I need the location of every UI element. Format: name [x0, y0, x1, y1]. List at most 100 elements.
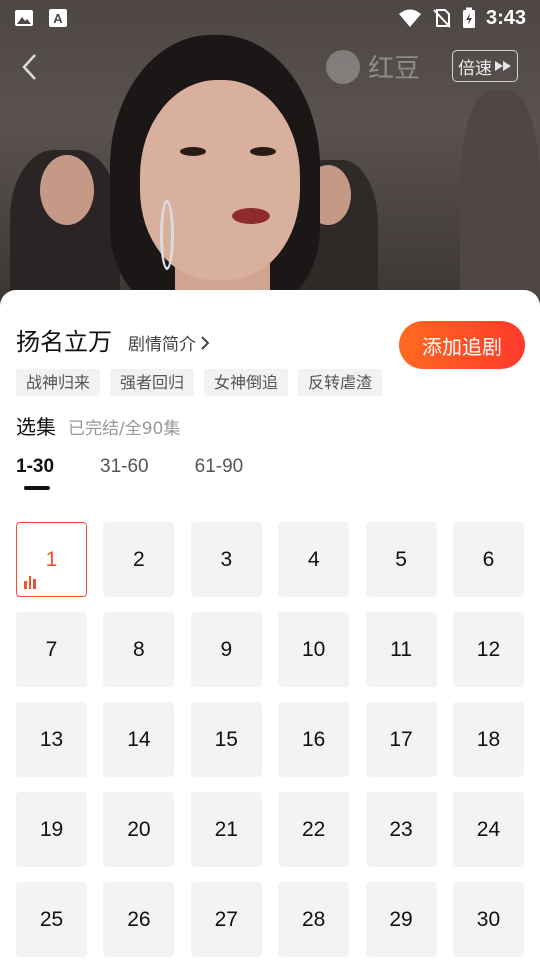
no-sim-icon [433, 9, 451, 28]
episode-tile[interactable]: 6 [452, 522, 524, 597]
video-player[interactable]: A 3:43 红豆 倍速 [0, 0, 540, 310]
episode-number: 4 [307, 547, 320, 571]
genre-tag[interactable]: 反转虐渣 [298, 369, 383, 396]
episode-tile[interactable]: 14 [103, 702, 175, 777]
watermark-text: 红豆 [368, 54, 421, 84]
speed-label: 倍速 [458, 58, 492, 79]
episode-tile[interactable]: 28 [278, 882, 350, 957]
active-tab-indicator [24, 486, 50, 490]
episode-number: 12 [476, 637, 501, 661]
background-head [40, 155, 94, 225]
episode-number: 11 [390, 637, 412, 661]
episode-tile[interactable]: 16 [278, 702, 350, 777]
episode-number: 26 [127, 907, 151, 931]
episode-number: 13 [39, 727, 64, 751]
episode-tile[interactable]: 8 [103, 612, 175, 687]
episode-number: 3 [220, 547, 233, 571]
episode-tile[interactable]: 13 [16, 702, 87, 777]
chevron-left-icon [22, 54, 36, 80]
episode-tile[interactable]: 17 [365, 702, 437, 777]
actress-eye [250, 147, 276, 156]
playback-speed-button[interactable]: 倍速 [452, 50, 518, 82]
episode-number: 29 [389, 907, 413, 931]
episode-range-tabs: 1-30 31-60 61-90 [16, 456, 243, 478]
now-playing-icon [24, 576, 36, 589]
status-time: 3:43 [485, 6, 526, 29]
drama-title: 扬名立万 [16, 328, 112, 356]
episode-tile[interactable]: 9 [190, 612, 262, 687]
episode-number: 19 [39, 817, 64, 841]
episode-tile[interactable]: 3 [190, 522, 262, 597]
image-icon [15, 10, 33, 26]
episode-number: 24 [476, 817, 501, 841]
episode-number: 28 [301, 907, 326, 931]
episode-number: 7 [45, 637, 58, 661]
episode-tile[interactable]: 10 [278, 612, 350, 687]
episode-number: 10 [301, 637, 326, 661]
wifi-icon [398, 9, 421, 27]
episode-tile[interactable]: 2 [103, 522, 175, 597]
episode-number: 25 [39, 907, 64, 931]
episode-tile[interactable]: 7 [16, 612, 87, 687]
episode-number: 27 [214, 907, 238, 931]
episode-number: 23 [389, 817, 413, 841]
episode-tile[interactable]: 29 [365, 882, 437, 957]
synopsis-link[interactable]: 剧情简介 [128, 330, 210, 355]
episode-tile[interactable]: 30 [452, 882, 524, 957]
episode-number: 1 [45, 547, 58, 571]
episode-tile[interactable]: 11 [365, 612, 437, 687]
episode-number: 5 [395, 547, 407, 571]
tab-range-31-60[interactable]: 31-60 [100, 456, 149, 478]
episode-tile[interactable]: 12 [452, 612, 524, 687]
episode-number: 8 [133, 637, 145, 661]
background-figure [460, 90, 540, 310]
episode-number: 30 [476, 907, 501, 931]
actress-lips [232, 208, 270, 224]
episode-tile[interactable]: 25 [16, 882, 87, 957]
genre-tag[interactable]: 战神归来 [16, 369, 101, 396]
episode-grid: 1 2 3 4 5 6 7 8 9 10 11 12 13 14 15 16 17 18 19 20 21 22 23 24 2… [16, 522, 524, 957]
episode-number: 6 [482, 547, 495, 571]
episode-tile[interactable]: 27 [190, 882, 262, 957]
tag-list: 战神归来 强者回归 女神倒追 反转虐渣 [16, 369, 383, 396]
synopsis-label: 剧情简介 [128, 335, 196, 355]
episode-number: 15 [214, 727, 238, 751]
episode-tile[interactable]: 18 [452, 702, 524, 777]
episode-tile[interactable]: 24 [452, 792, 524, 867]
watermark-logo-icon [326, 49, 360, 84]
episode-status: 已完结/全90集 [68, 419, 181, 439]
watermark: 红豆 [326, 48, 420, 85]
episode-tile[interactable]: 23 [365, 792, 437, 867]
genre-tag[interactable]: 女神倒追 [204, 369, 289, 396]
svg-text:A: A [53, 11, 63, 26]
actress-earring [160, 200, 174, 270]
episode-tile[interactable]: 19 [16, 792, 87, 867]
episode-tile[interactable]: 4 [278, 522, 350, 597]
episode-tile[interactable]: 22 [278, 792, 350, 867]
episode-tile[interactable]: 20 [103, 792, 175, 867]
episode-number: 2 [133, 547, 145, 571]
add-to-watchlist-button[interactable]: 添加追剧 [399, 321, 525, 369]
tab-range-61-90[interactable]: 61-90 [195, 456, 244, 478]
episode-tile[interactable]: 21 [190, 792, 262, 867]
actress-eye [180, 147, 206, 156]
episode-sheet: 扬名立万 剧情简介 添加追剧 战神归来 强者回归 女神倒追 反转虐渣 选集 已完… [0, 290, 540, 960]
chevron-right-icon [201, 335, 210, 350]
fast-forward-icon [495, 61, 511, 71]
status-bar: A 3:43 [0, 0, 540, 36]
episode-number: 16 [301, 727, 326, 751]
episode-tile[interactable]: 26 [103, 882, 175, 957]
tab-range-1-30[interactable]: 1-30 [16, 456, 54, 478]
genre-tag[interactable]: 强者回归 [110, 369, 195, 396]
episode-tile[interactable]: 15 [190, 702, 262, 777]
text-a-icon: A [49, 9, 67, 27]
episode-tile-current[interactable]: 1 [16, 522, 87, 597]
back-button[interactable] [16, 50, 46, 84]
episode-number: 17 [389, 727, 413, 751]
episode-section-title: 选集 [16, 415, 56, 439]
episode-number: 21 [214, 817, 238, 841]
episode-number: 9 [220, 637, 233, 661]
episode-tile[interactable]: 5 [365, 522, 437, 597]
episode-number: 14 [127, 727, 151, 751]
episode-number: 18 [476, 727, 501, 751]
